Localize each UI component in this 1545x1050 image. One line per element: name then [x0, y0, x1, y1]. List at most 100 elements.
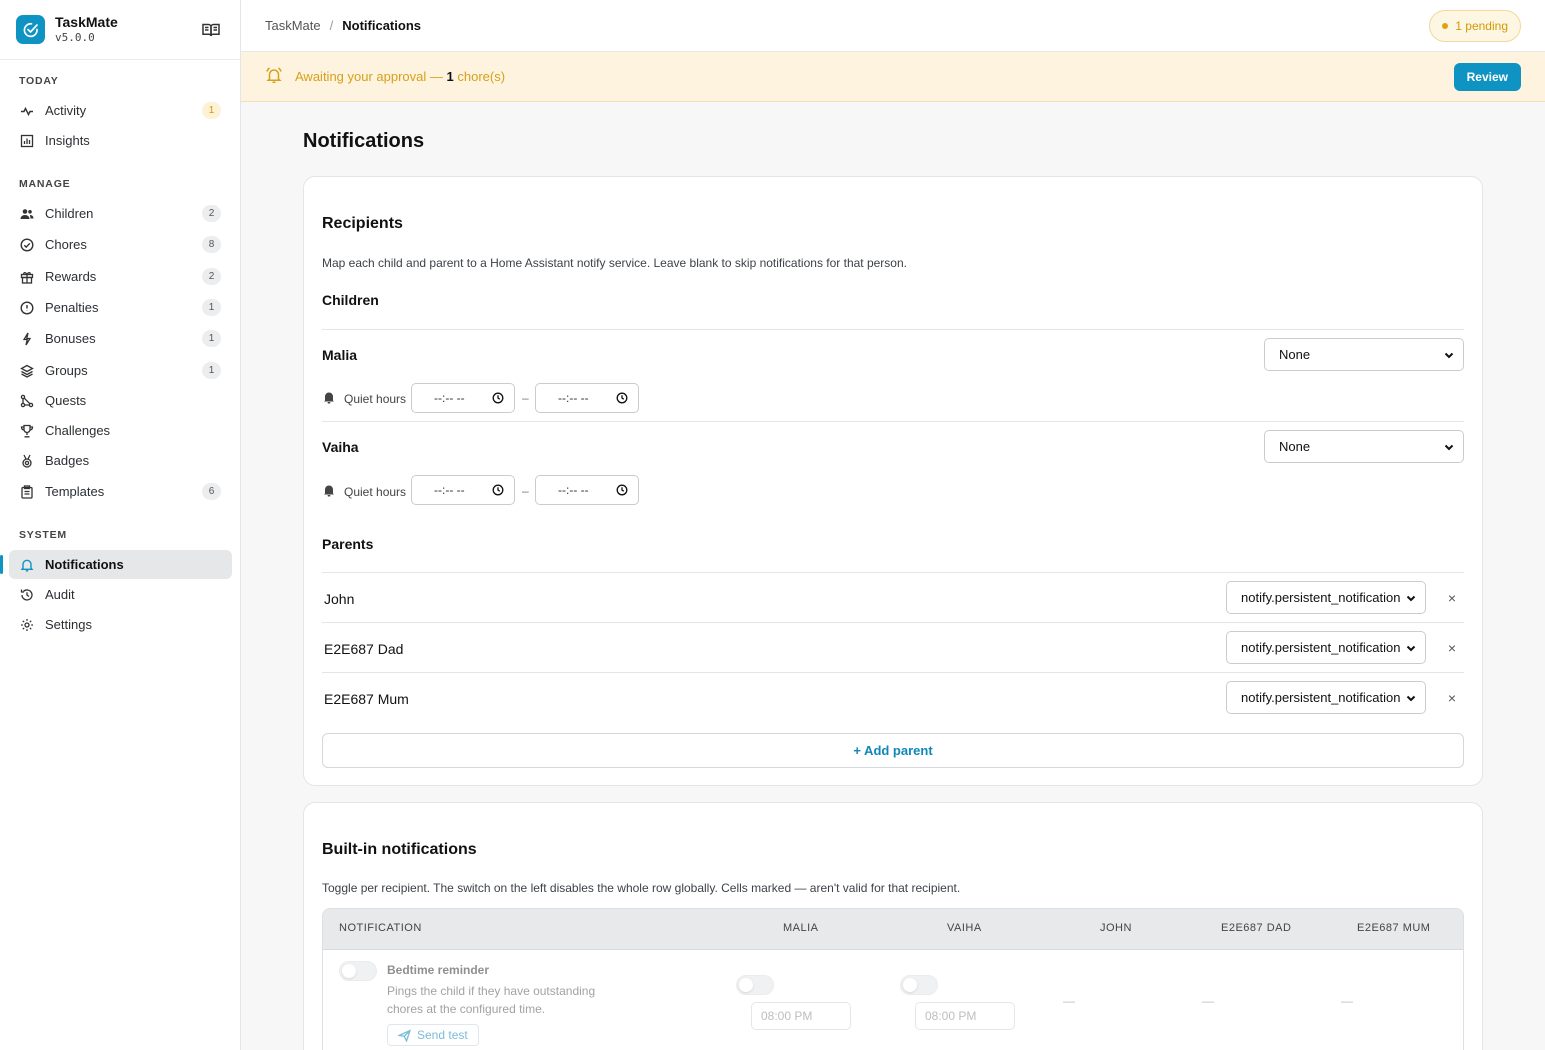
- sidebar-item-insights[interactable]: Insights: [9, 126, 232, 155]
- brand: TaskMate v5.0.0: [0, 0, 240, 60]
- banner-text: Awaiting your approval — 1 chore(s): [295, 69, 505, 84]
- sidebar-item-groups[interactable]: Groups 1: [9, 356, 232, 385]
- remove-parent-button[interactable]: ×: [1448, 640, 1456, 656]
- parent-name: E2E687 Dad: [324, 641, 404, 657]
- sidebar-item-chores[interactable]: Chores 8: [9, 230, 232, 259]
- sidebar-item-notifications[interactable]: Notifications: [0, 550, 232, 579]
- divider: [322, 622, 1464, 623]
- toggle-vaiha[interactable]: [900, 975, 938, 995]
- notifications-table: NOTIFICATION MALIA VAIHA JOHN E2E687 DAD…: [322, 908, 1464, 1050]
- sidebar-item-audit[interactable]: Audit: [9, 580, 232, 609]
- sidebar-item-templates[interactable]: Templates 6: [9, 477, 232, 506]
- page-title: Notifications: [303, 130, 425, 152]
- notify-service-select[interactable]: notify.persistent_notification: [1226, 631, 1426, 664]
- not-applicable-mum: —: [1341, 994, 1353, 1008]
- sidebar-item-badges[interactable]: Badges: [9, 446, 232, 475]
- topbar: TaskMate / Notifications 1 pending: [241, 0, 1545, 52]
- sidebar-item-activity[interactable]: Activity 1: [9, 96, 232, 125]
- count-badge: 2: [202, 268, 221, 285]
- nav-section-today: TODAY: [19, 75, 59, 87]
- send-test-button[interactable]: Send test: [387, 1024, 479, 1046]
- row-global-toggle[interactable]: [339, 961, 377, 981]
- notification-title: Bedtime reminder: [387, 963, 490, 977]
- insights-icon: [20, 134, 34, 148]
- select-value: None: [1279, 347, 1311, 362]
- pending-badge[interactable]: 1 pending: [1429, 10, 1521, 42]
- status-dot-icon: [1442, 23, 1449, 29]
- bell-snooze-icon: [322, 483, 336, 500]
- sidebar-item-penalties[interactable]: Penalties 1: [9, 293, 232, 322]
- time-value: --:-- --: [558, 483, 589, 497]
- clock-icon: [616, 484, 628, 499]
- book-icon[interactable]: [202, 22, 220, 41]
- table-header: NOTIFICATION MALIA VAIHA JOHN E2E687 DAD…: [323, 909, 1463, 950]
- sidebar-item-rewards[interactable]: Rewards 2: [9, 262, 232, 291]
- recipients-card: Recipients Map each child and parent to …: [303, 176, 1483, 786]
- parents-heading: Parents: [322, 536, 374, 552]
- gift-icon: [20, 270, 34, 284]
- app-name: TaskMate: [55, 13, 118, 30]
- sidebar-item-settings[interactable]: Settings: [9, 610, 232, 639]
- app-version: v5.0.0: [55, 31, 95, 45]
- chevron-down-icon: [1443, 441, 1455, 456]
- recipients-title: Recipients: [322, 215, 403, 232]
- quiet-end-input[interactable]: --:-- --: [535, 475, 639, 505]
- recipients-description: Map each child and parent to a Home Assi…: [322, 256, 907, 270]
- sidebar-item-label: Templates: [45, 484, 105, 499]
- count-badge: 1: [202, 330, 221, 347]
- time-input-malia[interactable]: 08:00 PM: [751, 1002, 851, 1030]
- remove-parent-button[interactable]: ×: [1448, 590, 1456, 606]
- builtin-title: Built-in notifications: [322, 841, 477, 858]
- divider: [322, 572, 1464, 573]
- column-header-vaiha: VAIHA: [947, 922, 982, 934]
- count-badge: 1: [202, 102, 221, 119]
- remove-parent-button[interactable]: ×: [1448, 690, 1456, 706]
- divider: [322, 421, 1464, 422]
- alert-circle-icon: [20, 300, 34, 315]
- bell-snooze-icon: [322, 390, 336, 407]
- select-value: notify.persistent_notification: [1241, 590, 1401, 605]
- sidebar-item-quests[interactable]: Quests: [9, 386, 232, 415]
- banner-count: 1: [446, 69, 454, 84]
- clock-icon: [492, 392, 504, 407]
- sidebar-item-label: Bonuses: [45, 331, 96, 346]
- notify-service-select[interactable]: notify.persistent_notification: [1226, 681, 1426, 714]
- column-header-e2e687-mum: E2E687 MUM: [1357, 922, 1431, 934]
- count-badge: 1: [202, 362, 221, 379]
- sidebar: TaskMate v5.0.0 TODAY Activity 1 Insight…: [0, 0, 241, 1050]
- builtin-description: Toggle per recipient. The switch on the …: [322, 881, 961, 895]
- sidebar-item-label: Notifications: [45, 557, 124, 572]
- sidebar-item-label: Children: [45, 206, 94, 221]
- chevron-down-icon: [1405, 692, 1417, 707]
- bell-icon: [20, 558, 34, 572]
- notify-service-select[interactable]: None: [1264, 430, 1464, 463]
- breadcrumb-root[interactable]: TaskMate: [265, 18, 321, 33]
- send-test-label: Send test: [417, 1028, 468, 1042]
- sidebar-item-label: Settings: [45, 617, 92, 632]
- quiet-end-input[interactable]: --:-- --: [535, 383, 639, 413]
- child-name: Malia: [322, 347, 358, 363]
- time-value: --:-- --: [434, 483, 465, 497]
- review-button[interactable]: Review: [1453, 63, 1521, 91]
- clock-icon: [492, 484, 504, 499]
- activity-icon: [20, 104, 34, 118]
- quiet-start-input[interactable]: --:-- --: [411, 383, 515, 413]
- sidebar-item-bonuses[interactable]: Bonuses 1: [9, 324, 232, 353]
- select-value: notify.persistent_notification: [1241, 640, 1401, 655]
- chevron-down-icon: [1405, 592, 1417, 607]
- time-input-vaiha[interactable]: 08:00 PM: [915, 1002, 1015, 1030]
- quiet-hours-label: Quiet hours: [344, 391, 407, 406]
- child-name: Vaiha: [322, 439, 359, 455]
- toggle-malia[interactable]: [736, 975, 774, 995]
- notify-service-select[interactable]: None: [1264, 338, 1464, 371]
- banner-text-after: chore(s): [453, 69, 506, 84]
- sidebar-item-label: Groups: [45, 363, 88, 378]
- approval-banner: Awaiting your approval — 1 chore(s) Revi…: [241, 52, 1545, 102]
- add-parent-button[interactable]: + Add parent: [322, 733, 1464, 768]
- users-icon: [20, 207, 34, 221]
- sidebar-item-children[interactable]: Children 2: [9, 199, 232, 228]
- quiet-start-input[interactable]: --:-- --: [411, 475, 515, 505]
- sidebar-item-label: Audit: [45, 587, 75, 602]
- notify-service-select[interactable]: notify.persistent_notification: [1226, 581, 1426, 614]
- sidebar-item-challenges[interactable]: Challenges: [9, 416, 232, 445]
